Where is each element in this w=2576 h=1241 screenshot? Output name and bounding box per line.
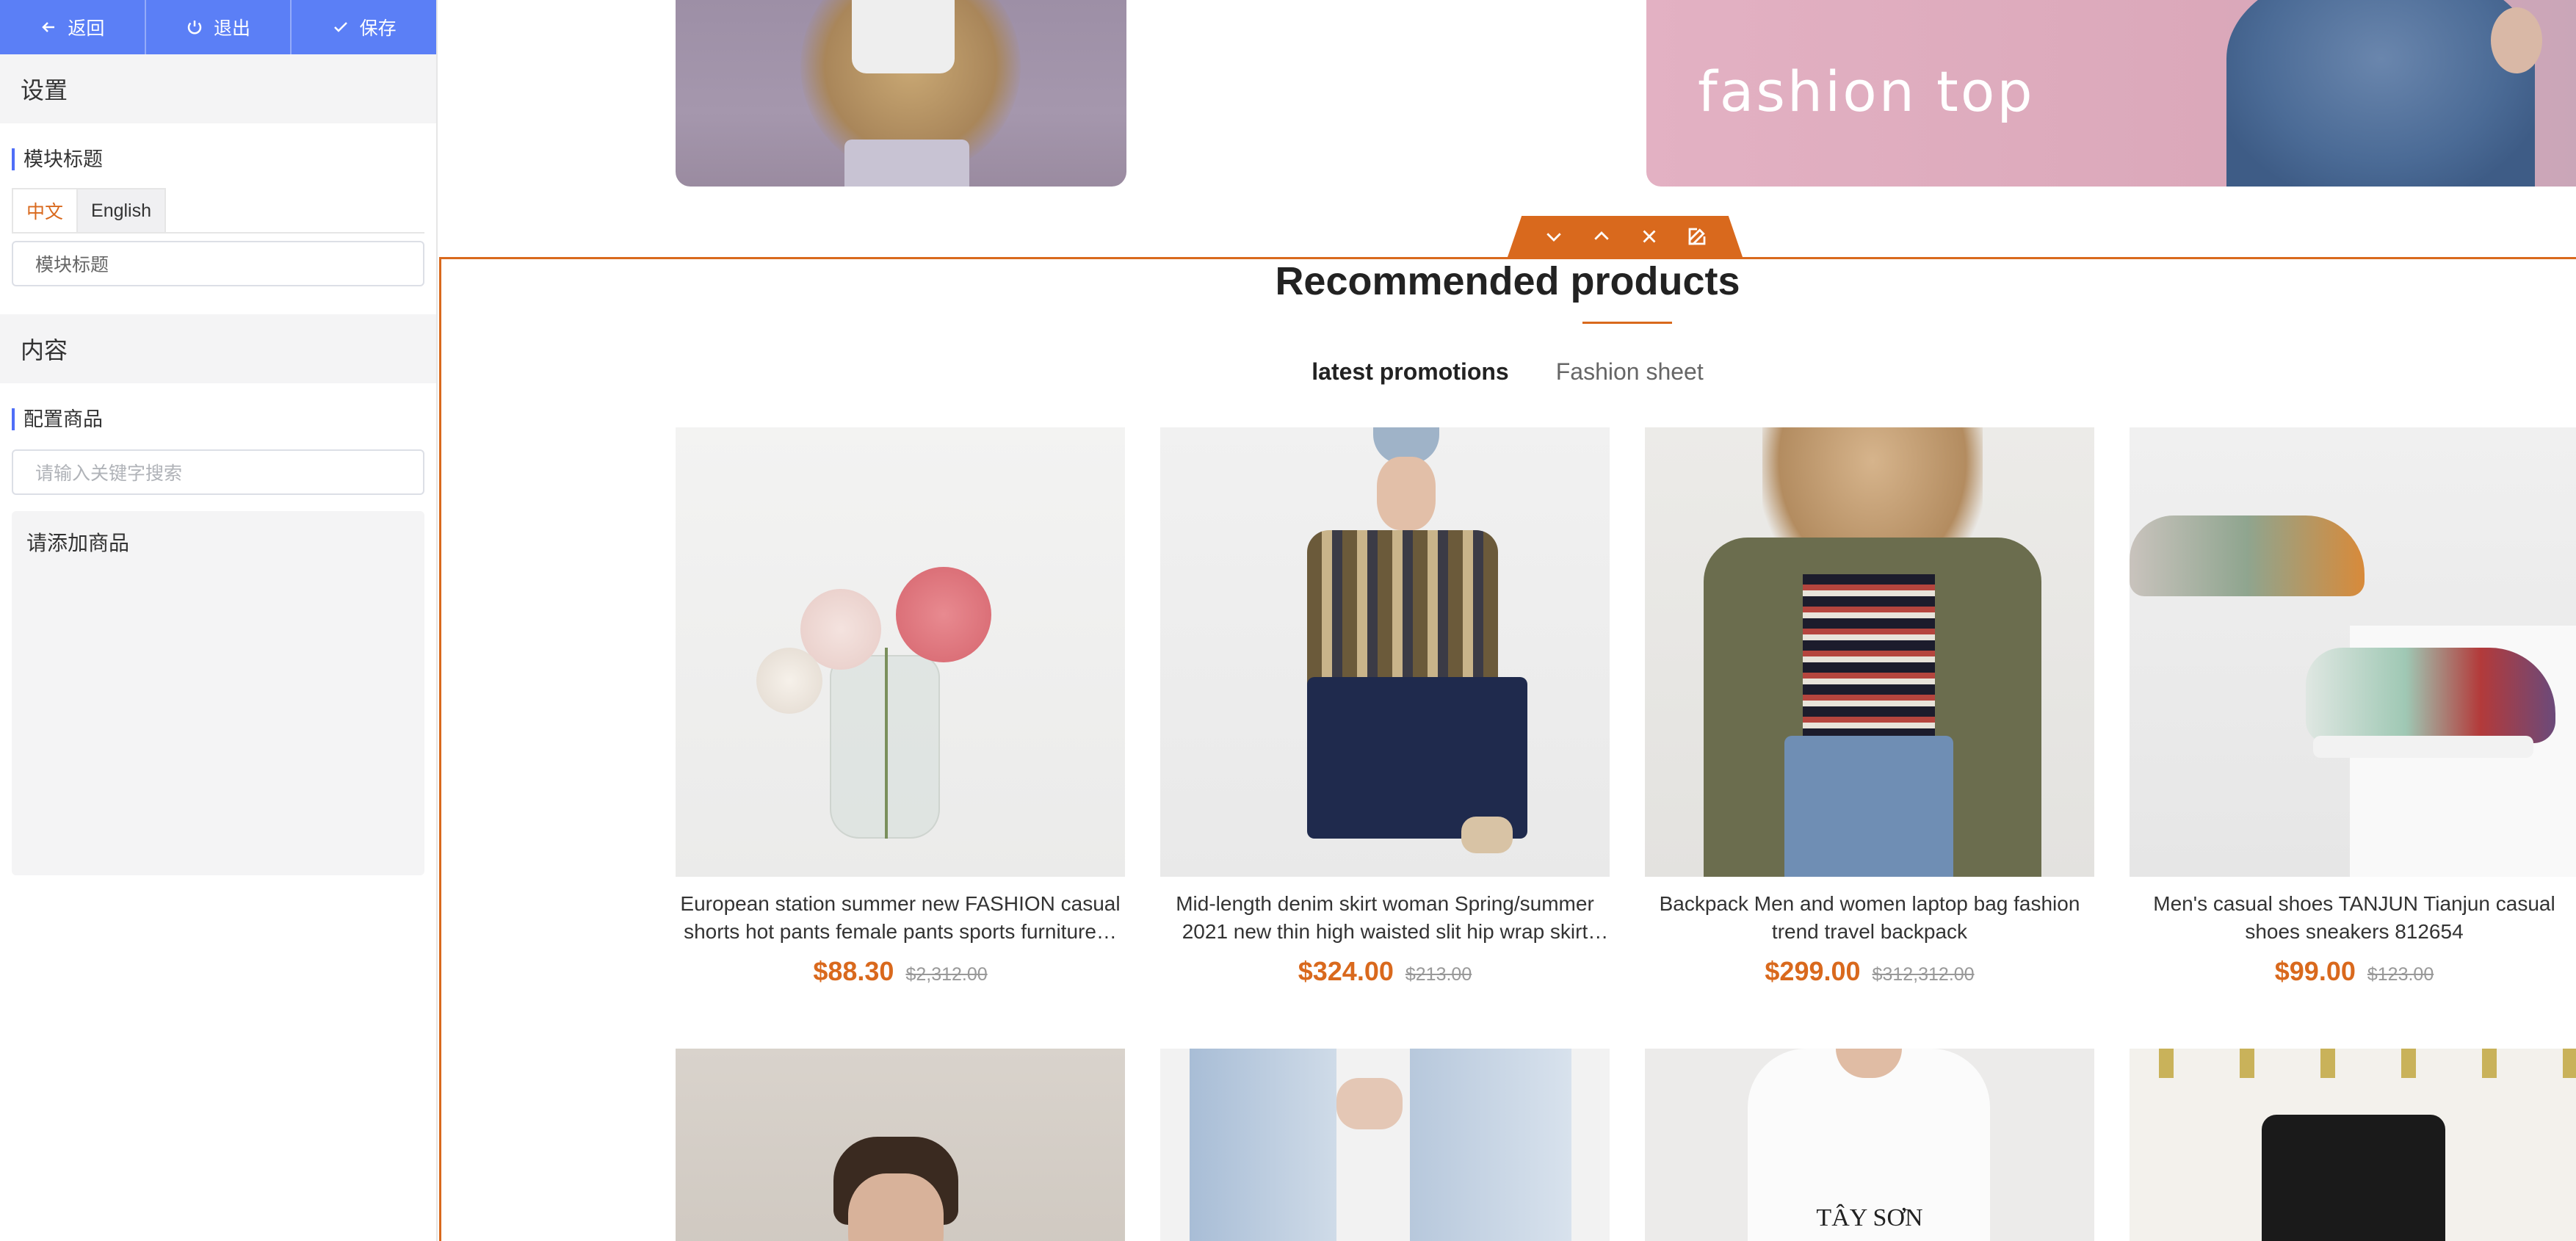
move-down-button[interactable] [1539, 222, 1569, 251]
back-label: 返回 [68, 18, 105, 39]
product-card[interactable]: TÂY SƠN [1645, 1049, 2094, 1241]
product-name[interactable]: Mid-length denim skirt woman Spring/summ… [1160, 890, 1610, 946]
settings-sidebar: 返回 退出 保存 设置 模块标题 中文 English 模块标题 内容 配置商品… [0, 0, 438, 1241]
product-price: $324.00 [1298, 956, 1394, 986]
product-card[interactable] [1160, 1049, 1610, 1241]
module-title-label: 模块标题 [12, 148, 436, 170]
banner-left-image [676, 0, 1126, 187]
empty-products-text: 请添加商品 [26, 532, 130, 554]
product-card[interactable]: Backpack Men and women laptop bag fashio… [1645, 427, 2094, 987]
product-price: $299.00 [1765, 956, 1861, 986]
tshirt-print-text: TÂY SƠN [1816, 1204, 1923, 1231]
tab-chinese[interactable]: 中文 [12, 188, 79, 232]
product-card[interactable] [2130, 1049, 2576, 1241]
product-image-black-skirt[interactable] [2130, 1049, 2576, 1241]
edit-module-button[interactable] [1682, 222, 1712, 251]
selected-products-area: 请添加商品 [12, 511, 424, 875]
product-old-price: $312,312.00 [1872, 964, 1975, 985]
module-title: Recommended products [1275, 259, 1740, 303]
product-name[interactable]: Backpack Men and women laptop bag fashio… [1645, 890, 2094, 946]
check-icon [333, 22, 347, 32]
arrow-left-icon [42, 22, 55, 32]
exit-label: 退出 [214, 18, 251, 39]
product-card[interactable]: European station summer new FASHION casu… [676, 427, 1125, 987]
tab-fashion-sheet[interactable]: Fashion sheet [1556, 358, 1704, 386]
product-price: $99.00 [2274, 956, 2356, 986]
product-name[interactable]: Men's casual shoes TANJUN Tianjun casual… [2130, 890, 2576, 946]
product-old-price: $213.00 [1405, 964, 1472, 985]
page-canvas: fashion top Recommended products latest … [439, 0, 2576, 1241]
product-image-green-jacket[interactable] [1645, 427, 2094, 877]
content-heading: 内容 [0, 314, 436, 383]
product-search-input[interactable]: 请输入关键字搜索 [12, 449, 424, 495]
delete-module-button[interactable] [1635, 222, 1664, 251]
product-old-price: $123.00 [2367, 964, 2434, 985]
product-image-sneakers[interactable] [2130, 427, 2576, 877]
product-old-price: $2,312.00 [905, 964, 988, 985]
chevron-up-icon [1593, 231, 1609, 240]
close-icon [1643, 230, 1655, 243]
product-name[interactable]: European station summer new FASHION casu… [676, 890, 1125, 946]
save-button[interactable]: 保存 [292, 0, 436, 54]
product-row-2: TÂY SƠN [676, 1049, 2576, 1241]
sidebar-toolbar: 返回 退出 保存 [0, 0, 436, 54]
chevron-down-icon [1546, 233, 1561, 242]
product-tabs: latest promotions Fashion sheet [439, 358, 2576, 386]
product-image-man-portrait[interactable] [676, 1049, 1125, 1241]
tab-latest-promotions[interactable]: latest promotions [1311, 358, 1508, 386]
product-price: $88.30 [813, 956, 894, 986]
module-toolbar [1508, 216, 1743, 257]
settings-heading: 设置 [0, 54, 436, 123]
tab-english[interactable]: English [78, 188, 167, 232]
save-label: 保存 [359, 18, 397, 39]
move-up-button[interactable] [1587, 222, 1616, 251]
product-card[interactable]: Mid-length denim skirt woman Spring/summ… [1160, 427, 1610, 987]
product-row-1: European station summer new FASHION casu… [676, 427, 2576, 987]
product-card[interactable] [676, 1049, 1125, 1241]
power-icon [187, 21, 202, 35]
banner-text: fashion top [1698, 59, 2035, 124]
back-button[interactable]: 返回 [0, 0, 146, 54]
config-products-label: 配置商品 [12, 408, 436, 430]
product-card[interactable]: Men's casual shoes TANJUN Tianjun casual… [2130, 427, 2576, 987]
banner-right-image: fashion top [1646, 0, 2576, 187]
product-image-white-tshirt[interactable]: TÂY SƠN [1645, 1049, 2094, 1241]
product-image-jeans-legs[interactable] [1160, 1049, 1610, 1241]
module-title-input[interactable]: 模块标题 [12, 241, 424, 286]
title-underline [1582, 322, 1672, 324]
edit-icon [1688, 228, 1705, 245]
exit-button[interactable]: 退出 [146, 0, 292, 54]
product-image-flowers[interactable] [676, 427, 1125, 877]
product-image-plaid-jacket[interactable] [1160, 427, 1610, 877]
language-tabs: 中文 English [12, 188, 424, 234]
